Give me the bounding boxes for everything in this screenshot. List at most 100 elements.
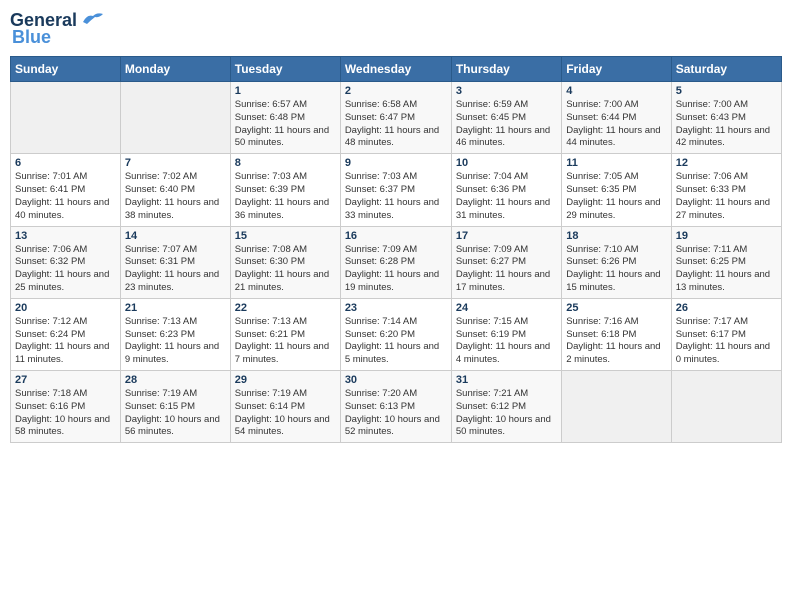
sunset-text: Sunset: 6:16 PM [15, 401, 116, 414]
calendar-cell: 10 Sunrise: 7:04 AMSunset: 6:36 PMDayligh… [451, 154, 561, 226]
sunset-text: Sunset: 6:17 PM [676, 329, 777, 342]
calendar-cell: 25Sunrise: 7:16 AMSunset: 6:18 PMDayligh… [562, 298, 671, 370]
day-number: 12 [676, 157, 777, 169]
daylight-text: Daylight: 11 hours and 9 minutes. [125, 341, 226, 367]
sunrise-text: Sunrise: 7:06 AM [676, 171, 777, 184]
calendar-cell: 11Sunrise: 7:05 AMSunset: 6:35 PMDayligh… [562, 154, 671, 226]
calendar-cell: 2 Sunrise: 6:58 AMSunset: 6:47 PMDaylight… [340, 82, 451, 154]
day-number: 2 [345, 85, 447, 97]
daylight-text: Daylight: 11 hours and 33 minutes. [345, 197, 447, 223]
header-wednesday: Wednesday [340, 57, 451, 82]
sunset-text: Sunset: 6:15 PM [125, 401, 226, 414]
calendar-week-3: 13 Sunrise: 7:06 AMSunset: 6:32 PMDayligh… [11, 226, 782, 298]
header-tuesday: Tuesday [230, 57, 340, 82]
sunset-text: Sunset: 6:41 PM [15, 184, 116, 197]
cell-content: Sunrise: 7:17 AMSunset: 6:17 PMDaylight:… [676, 316, 777, 367]
cell-content: Sunrise: 7:12 AMSunset: 6:24 PMDaylight:… [15, 316, 116, 367]
cell-content: Sunrise: 7:14 AMSunset: 6:20 PMDaylight:… [345, 316, 447, 367]
sunset-text: Sunset: 6:26 PM [566, 256, 666, 269]
cell-content: Sunrise: 7:10 AMSunset: 6:26 PMDaylight:… [566, 244, 666, 295]
day-number: 30 [345, 374, 447, 386]
day-number: 20 [15, 302, 116, 314]
sunset-text: Sunset: 6:31 PM [125, 256, 226, 269]
sunrise-text: Sunrise: 7:04 AM [456, 171, 557, 184]
calendar-cell: 30 Sunrise: 7:20 AMSunset: 6:13 PMDayligh… [340, 371, 451, 443]
header-friday: Friday [562, 57, 671, 82]
daylight-text: Daylight: 11 hours and 21 minutes. [235, 269, 336, 295]
daylight-text: Daylight: 11 hours and 0 minutes. [676, 341, 777, 367]
cell-content: Sunrise: 7:09 AMSunset: 6:28 PMDaylight:… [345, 244, 447, 295]
cell-content: Sunrise: 7:05 AMSunset: 6:35 PMDaylight:… [566, 171, 666, 222]
sunset-text: Sunset: 6:30 PM [235, 256, 336, 269]
logo: General Blue [10, 10, 107, 48]
calendar-cell: 1Sunrise: 6:57 AMSunset: 6:48 PMDaylight… [230, 82, 340, 154]
daylight-text: Daylight: 10 hours and 52 minutes. [345, 414, 447, 440]
sunset-text: Sunset: 6:12 PM [456, 401, 557, 414]
sunset-text: Sunset: 6:35 PM [566, 184, 666, 197]
day-number: 26 [676, 302, 777, 314]
day-number: 7 [125, 157, 226, 169]
daylight-text: Daylight: 11 hours and 42 minutes. [676, 125, 777, 151]
sunrise-text: Sunrise: 7:06 AM [15, 244, 116, 257]
daylight-text: Daylight: 11 hours and 36 minutes. [235, 197, 336, 223]
calendar-cell: 20 Sunrise: 7:12 AMSunset: 6:24 PMDayligh… [11, 298, 121, 370]
sunrise-text: Sunrise: 7:09 AM [345, 244, 447, 257]
day-number: 29 [235, 374, 336, 386]
daylight-text: Daylight: 11 hours and 19 minutes. [345, 269, 447, 295]
day-number: 13 [15, 230, 116, 242]
sunrise-text: Sunrise: 7:20 AM [345, 388, 447, 401]
cell-content: Sunrise: 7:06 AMSunset: 6:32 PMDaylight:… [15, 244, 116, 295]
page-header: General Blue [10, 10, 782, 48]
daylight-text: Daylight: 11 hours and 23 minutes. [125, 269, 226, 295]
cell-content: Sunrise: 7:20 AMSunset: 6:13 PMDaylight:… [345, 388, 447, 439]
sunset-text: Sunset: 6:24 PM [15, 329, 116, 342]
day-number: 8 [235, 157, 336, 169]
sunrise-text: Sunrise: 7:13 AM [235, 316, 336, 329]
calendar-week-2: 6Sunrise: 7:01 AMSunset: 6:41 PMDaylight… [11, 154, 782, 226]
sunrise-text: Sunrise: 7:15 AM [456, 316, 557, 329]
cell-content: Sunrise: 6:58 AMSunset: 6:47 PMDaylight:… [345, 99, 447, 150]
daylight-text: Daylight: 10 hours and 56 minutes. [125, 414, 226, 440]
daylight-text: Daylight: 11 hours and 27 minutes. [676, 197, 777, 223]
daylight-text: Daylight: 11 hours and 44 minutes. [566, 125, 666, 151]
sunrise-text: Sunrise: 7:03 AM [345, 171, 447, 184]
day-number: 24 [456, 302, 557, 314]
sunset-text: Sunset: 6:13 PM [345, 401, 447, 414]
sunset-text: Sunset: 6:47 PM [345, 112, 447, 125]
logo-blue: Blue [12, 27, 51, 48]
calendar-cell: 15Sunrise: 7:08 AMSunset: 6:30 PMDayligh… [230, 226, 340, 298]
day-number: 14 [125, 230, 226, 242]
sunrise-text: Sunrise: 7:02 AM [125, 171, 226, 184]
calendar-cell: 22Sunrise: 7:13 AMSunset: 6:21 PMDayligh… [230, 298, 340, 370]
daylight-text: Daylight: 11 hours and 15 minutes. [566, 269, 666, 295]
day-number: 22 [235, 302, 336, 314]
calendar-cell [671, 371, 781, 443]
header-sunday: Sunday [11, 57, 121, 82]
calendar-week-5: 27Sunrise: 7:18 AMSunset: 6:16 PMDayligh… [11, 371, 782, 443]
day-number: 17 [456, 230, 557, 242]
sunrise-text: Sunrise: 7:21 AM [456, 388, 557, 401]
sunset-text: Sunset: 6:39 PM [235, 184, 336, 197]
sunset-text: Sunset: 6:21 PM [235, 329, 336, 342]
day-number: 4 [566, 85, 666, 97]
day-number: 10 [456, 157, 557, 169]
calendar-cell: 4Sunrise: 7:00 AMSunset: 6:44 PMDaylight… [562, 82, 671, 154]
daylight-text: Daylight: 11 hours and 25 minutes. [15, 269, 116, 295]
calendar-cell: 3Sunrise: 6:59 AMSunset: 6:45 PMDaylight… [451, 82, 561, 154]
cell-content: Sunrise: 6:59 AMSunset: 6:45 PMDaylight:… [456, 99, 557, 150]
cell-content: Sunrise: 7:16 AMSunset: 6:18 PMDaylight:… [566, 316, 666, 367]
daylight-text: Daylight: 11 hours and 31 minutes. [456, 197, 557, 223]
daylight-text: Daylight: 11 hours and 46 minutes. [456, 125, 557, 151]
calendar-cell [11, 82, 121, 154]
day-number: 28 [125, 374, 226, 386]
cell-content: Sunrise: 7:04 AMSunset: 6:36 PMDaylight:… [456, 171, 557, 222]
cell-content: Sunrise: 7:01 AMSunset: 6:41 PMDaylight:… [15, 171, 116, 222]
day-number: 1 [235, 85, 336, 97]
sunrise-text: Sunrise: 7:10 AM [566, 244, 666, 257]
cell-content: Sunrise: 7:02 AMSunset: 6:40 PMDaylight:… [125, 171, 226, 222]
daylight-text: Daylight: 11 hours and 40 minutes. [15, 197, 116, 223]
calendar-cell: 19Sunrise: 7:11 AMSunset: 6:25 PMDayligh… [671, 226, 781, 298]
header-thursday: Thursday [451, 57, 561, 82]
sunset-text: Sunset: 6:48 PM [235, 112, 336, 125]
day-number: 5 [676, 85, 777, 97]
